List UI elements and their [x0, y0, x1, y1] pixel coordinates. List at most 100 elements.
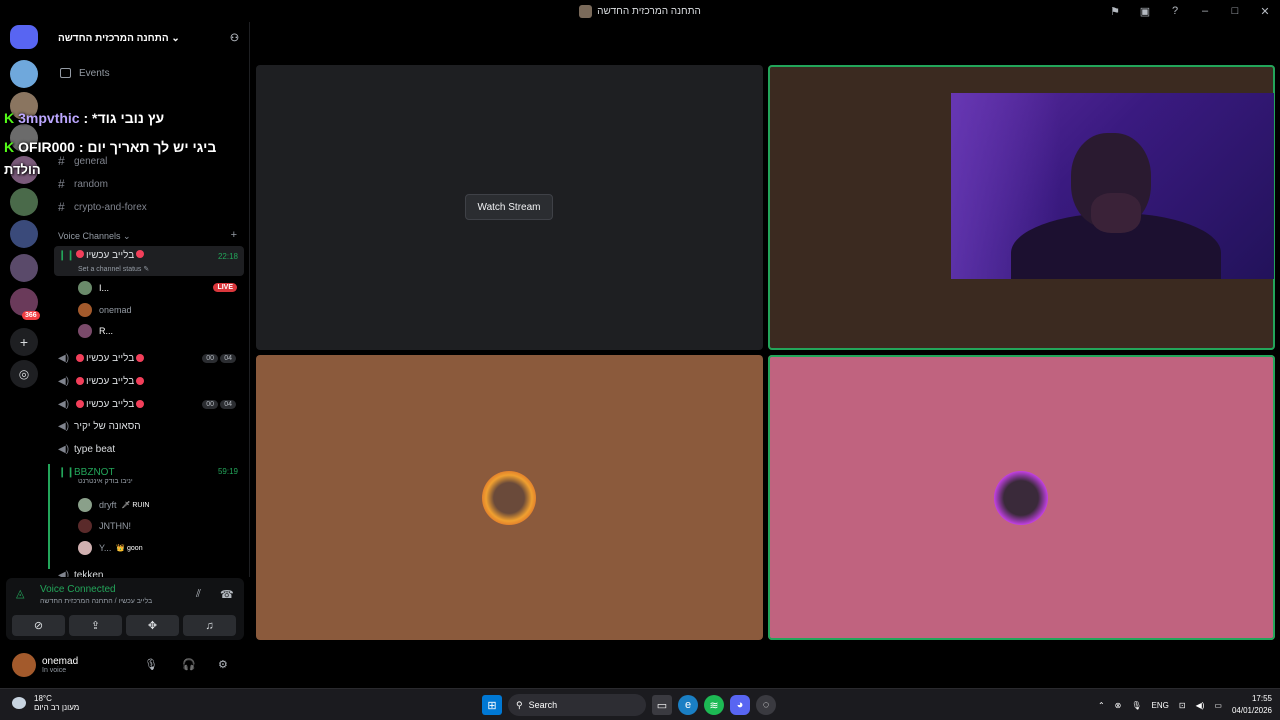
add-member-icon[interactable]: ⚇ [230, 33, 239, 44]
task-view-icon[interactable]: ▭ [652, 695, 672, 715]
speaker-icon: ❙❙ [58, 466, 75, 478]
discord-home-icon[interactable] [10, 25, 38, 49]
spotify-icon[interactable]: ≋ [704, 695, 724, 715]
events-label: Events [79, 67, 110, 79]
speaker-icon: ◀) [58, 352, 70, 364]
avatar [78, 303, 92, 317]
server-icon[interactable] [10, 220, 38, 248]
monitor-icon[interactable]: ▣ [1130, 5, 1160, 18]
network-icon[interactable]: ⊡ [1179, 701, 1186, 710]
chevron-up-icon[interactable]: ⌃ [1098, 701, 1105, 710]
channel-status[interactable]: Set a channel status ✎ [78, 265, 149, 273]
channel-crypto[interactable]: # crypto-and-forex [58, 200, 147, 214]
server-icon[interactable] [10, 188, 38, 216]
screen-share-button[interactable]: ⇪ [69, 615, 122, 636]
channel-random[interactable]: # random [58, 177, 108, 191]
calendar-icon [60, 68, 71, 78]
member-tag: 🗡 RUIN [121, 502, 150, 509]
microphone-icon[interactable]: 🎙 [144, 658, 158, 671]
channel-label: crypto-and-forex [74, 201, 147, 213]
app-icon[interactable]: ◌ [756, 695, 776, 715]
soundboard-button[interactable]: ♫ [183, 615, 236, 636]
server-icon [579, 4, 593, 18]
voice-connected-panel: ◬ Voice Connected בלייב עכשיו / התחנה המ… [6, 578, 244, 640]
windows-taskbar: 18°C מעונן רב היום ⊞ ⚲ Search ▭ e ≋ ◕ ◌ ⌃… [0, 688, 1280, 720]
voice-channel[interactable]: ◀) בלייב עכשיו 00 04 [54, 393, 244, 415]
clock[interactable]: 17:55 04/01/2026 [1232, 693, 1272, 717]
camera-button[interactable]: ⊘ [12, 615, 65, 636]
create-channel-icon[interactable]: + [231, 229, 237, 241]
inbox-icon[interactable]: ⚑ [1100, 5, 1130, 18]
member-name: Y... [99, 543, 112, 553]
language-indicator[interactable]: ENG [1152, 701, 1169, 710]
tray-icon[interactable]: ⊗ [1115, 701, 1122, 710]
voice-channel-label: בלייב עכשיו [86, 250, 135, 261]
user-limit: 04 [220, 399, 236, 409]
voice-channel[interactable]: ◀) בלייב עכשיו [54, 370, 244, 392]
overlay-chat-line: K OFIR000 : ביגי יש לך תאריך יום [4, 139, 217, 155]
discover-icon[interactable]: ◎ [10, 360, 38, 388]
close-button[interactable]: ✕ [1250, 5, 1280, 18]
voice-status[interactable]: Voice Connected [40, 584, 116, 595]
disconnect-icon[interactable]: ☎ [220, 588, 234, 601]
live-badge: LIVE [213, 283, 237, 292]
watch-stream-button[interactable]: Watch Stream [465, 194, 553, 220]
edge-icon[interactable]: e [678, 695, 698, 715]
voice-channel-label: בלייב עכשיו [86, 375, 135, 387]
minimize-button[interactable]: – [1190, 5, 1220, 17]
server-header[interactable]: התחנה המרכזית החדשה ⌄ ⚇ [48, 22, 249, 54]
noise-suppression-icon[interactable]: ⫽ [196, 588, 201, 601]
voice-member[interactable]: JNTHN! [78, 516, 131, 536]
discord-taskbar-icon[interactable]: ◕ [730, 695, 750, 715]
temperature: 18°C [34, 694, 52, 703]
hash-icon: # [58, 154, 65, 168]
help-icon[interactable]: ? [1160, 5, 1190, 17]
voice-timer: 22:18 [217, 252, 238, 261]
weather-widget[interactable]: 18°C מעונן רב היום [12, 694, 79, 712]
speaker-icon: ❙❙ [58, 250, 75, 261]
speaker-icon: ◀) [58, 420, 70, 432]
maximize-button[interactable]: □ [1220, 5, 1250, 17]
add-server-icon[interactable]: + [10, 328, 38, 356]
voice-channel-bbznot[interactable]: ❙❙ BBZNOT 59:19 יניבו בודק אינטרנט [54, 461, 244, 486]
start-button-icon[interactable]: ⊞ [482, 695, 502, 715]
voice-member[interactable]: I... [78, 278, 109, 298]
voice-channel-label: type beat [74, 443, 116, 455]
overlay-chat-line: הולדת [4, 162, 41, 177]
channel-general[interactable]: # general [58, 154, 107, 168]
activities-button[interactable]: ✥ [126, 615, 179, 636]
window-title: התחנה המרכזית החדשה [597, 5, 701, 17]
voice-channel[interactable]: ◀) type beat [54, 438, 244, 460]
volume-icon[interactable]: ◀) [1196, 701, 1205, 710]
microphone-icon[interactable]: 🎙 [1131, 701, 1141, 710]
voice-member[interactable]: dryft 🗡 RUIN [78, 495, 149, 515]
search-box[interactable]: ⚲ Search [508, 694, 646, 716]
events-item[interactable]: Events [48, 62, 249, 84]
member-name: JNTHN! [99, 521, 131, 531]
battery-icon[interactable]: ▭ [1214, 701, 1222, 710]
server-folder-icon[interactable] [10, 254, 38, 282]
user-status: In voice [42, 667, 67, 674]
channel-sidebar: התחנה המרכזית החדשה ⌄ ⚇ Events # general … [48, 22, 250, 577]
voice-channel[interactable]: ◀) tekken [54, 564, 244, 578]
user-count: 00 [202, 399, 218, 409]
signal-icon[interactable]: ◬ [16, 587, 24, 600]
voice-channel[interactable]: ◀) בלייב עכשיו 00 04 [54, 347, 244, 369]
speaker-icon: ◀) [58, 375, 70, 387]
voice-member[interactable]: onemad [78, 300, 132, 320]
active-indicator [48, 464, 50, 569]
voice-category[interactable]: Voice Channels ⌄ [58, 231, 131, 242]
speaker-icon: ◀) [58, 398, 70, 410]
avatar[interactable] [12, 653, 36, 677]
settings-gear-icon[interactable]: ⚙ [218, 658, 228, 671]
username[interactable]: onemad [42, 656, 78, 667]
voice-channel-live[interactable]: ❙❙ בלייב עכשיו 22:18 Set a channel statu… [54, 246, 244, 276]
voice-channel[interactable]: ◀) הסאונה של יקיר [54, 415, 244, 437]
voice-member[interactable]: Y... 👑 goon [78, 538, 143, 558]
search-label: Search [528, 700, 558, 710]
voice-member[interactable]: R... [78, 321, 113, 341]
speaker-icon: ◀) [58, 443, 70, 455]
server-icon[interactable] [10, 60, 38, 88]
headphones-icon[interactable]: 🎧 [182, 658, 196, 671]
voice-channel-path[interactable]: בלייב עכשיו / התחנה המרכזית החדשה [40, 598, 152, 605]
